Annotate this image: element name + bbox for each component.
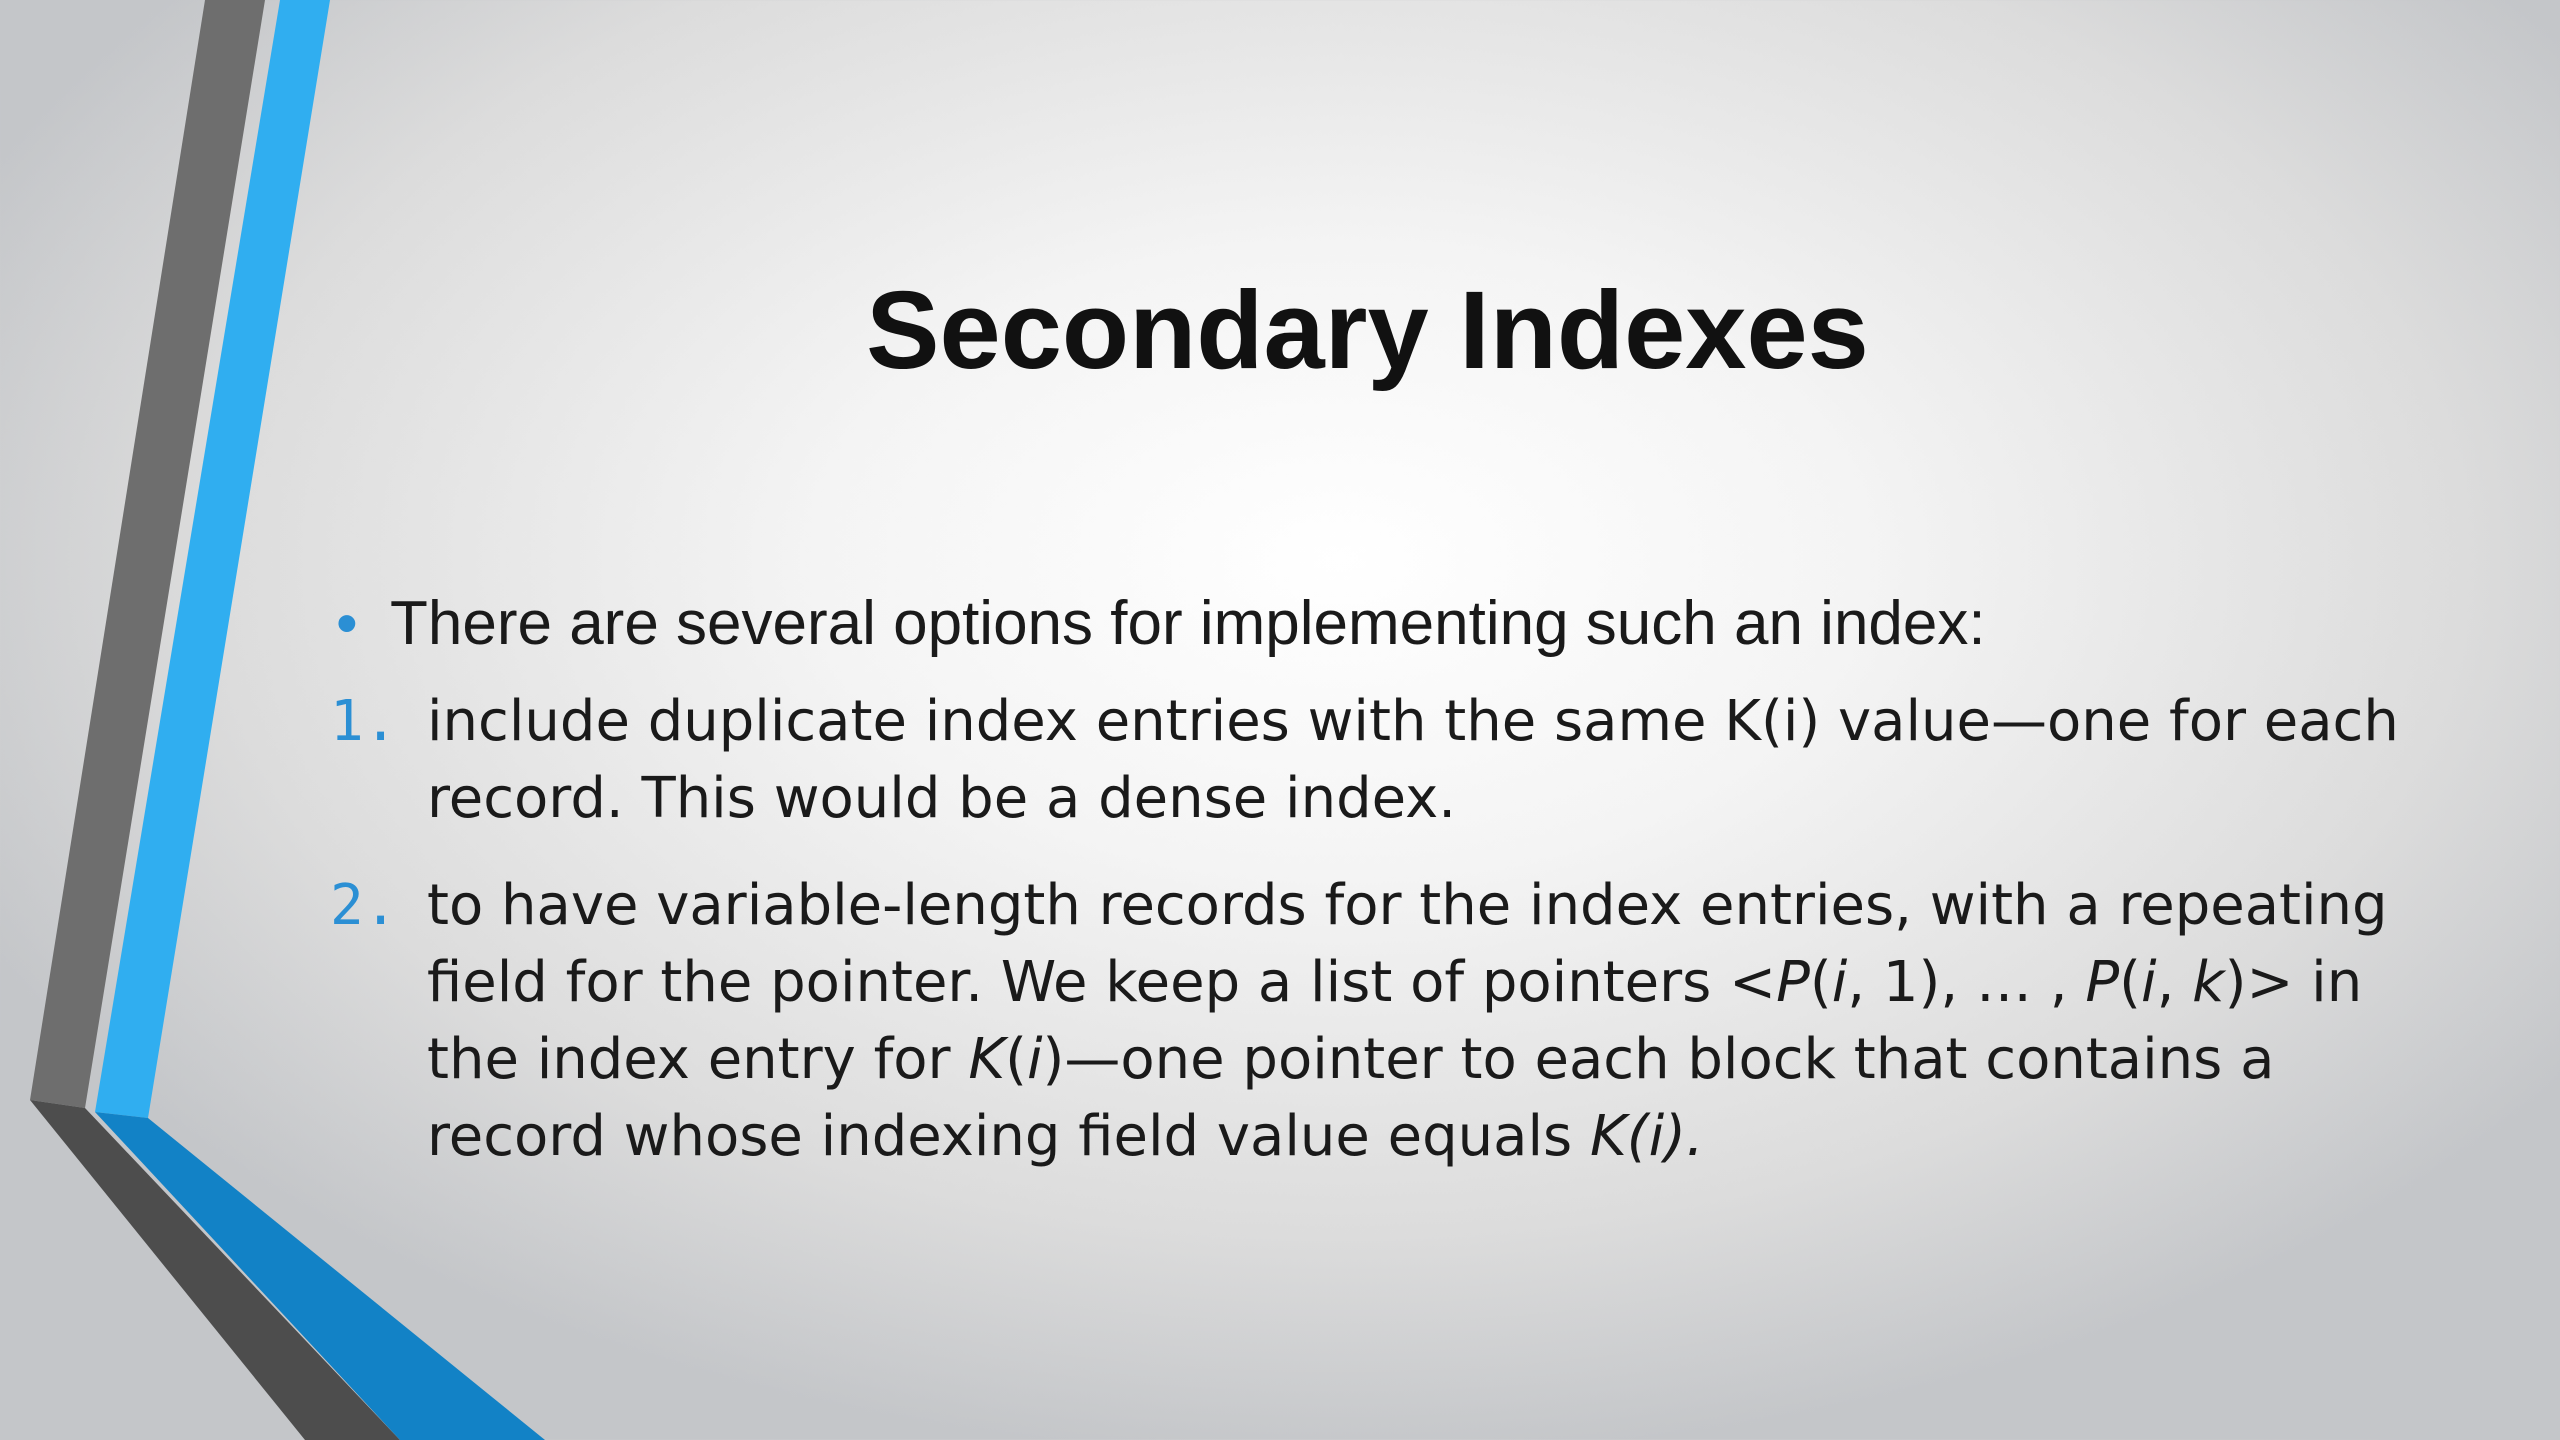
bullet-item: • There are several options for implemen… <box>330 585 2420 663</box>
italic-segment: K <box>968 1027 1006 1092</box>
italic-segment: i <box>1831 950 1848 1015</box>
italic-segment: K(i). <box>1590 1104 1704 1169</box>
text-segment: , 1), … , <box>1847 950 2086 1015</box>
text-segment: ( <box>1005 1027 1027 1092</box>
text-segment: ( <box>2119 950 2141 1015</box>
italic-segment: i <box>2141 950 2157 1015</box>
item-number: 1. <box>330 689 398 754</box>
slide-title: Secondary Indexes <box>866 269 1869 392</box>
item-text: include duplicate index entries with the… <box>427 689 2399 831</box>
italic-segment: i <box>1026 1027 1043 1092</box>
italic-segment: P <box>2085 950 2120 1015</box>
item-number: 2. <box>330 873 398 938</box>
slide-content: • There are several options for implemen… <box>330 585 2420 1205</box>
numbered-item-2: 2. to have variable-length records for t… <box>330 867 2420 1175</box>
text-segment: ( <box>1809 950 1832 1015</box>
italic-segment: P <box>1776 950 1810 1015</box>
bullet-text: There are several options for implementi… <box>390 589 1986 658</box>
numbered-item-1: 1. include duplicate index entries with … <box>330 683 2420 837</box>
bullet-dot-icon: • <box>336 589 358 658</box>
italic-segment: k <box>2192 950 2225 1015</box>
text-segment: , <box>2156 950 2193 1015</box>
item-text: to have variable-length records for the … <box>427 867 2420 1175</box>
